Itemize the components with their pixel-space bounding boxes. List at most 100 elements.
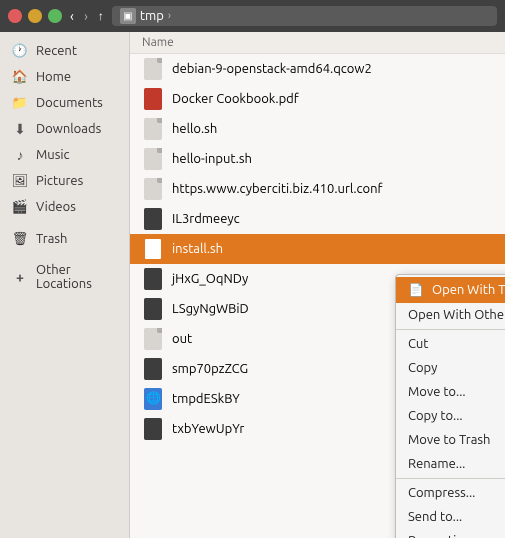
sidebar: Recent Home Documents Downloads Music Pi… bbox=[0, 32, 130, 538]
file-name: Docker Cookbook.pdf bbox=[172, 92, 299, 106]
file-item[interactable]: debian-9-openstack-amd64.qcow2 bbox=[130, 54, 505, 84]
sidebar-label-home: Home bbox=[36, 70, 71, 84]
other-icon bbox=[12, 269, 28, 285]
sidebar-item-music[interactable]: Music bbox=[0, 142, 129, 168]
ctx-label-open-other: Open With Other Application bbox=[408, 308, 505, 322]
file-icon bbox=[142, 268, 164, 290]
location-chevron: › bbox=[168, 10, 171, 22]
minimize-button[interactable] bbox=[28, 9, 42, 23]
context-menu-separator bbox=[396, 478, 505, 479]
ctx-label-copy: Copy bbox=[408, 361, 437, 375]
context-menu-item-cut[interactable]: CutCtrl+X bbox=[396, 332, 505, 356]
pictures-icon bbox=[12, 173, 28, 189]
context-menu-item-copy[interactable]: CopyCtrl+C bbox=[396, 356, 505, 380]
main-area: Recent Home Documents Downloads Music Pi… bbox=[0, 32, 505, 538]
location-bar[interactable]: ▣ tmp › bbox=[112, 6, 497, 26]
file-name: install.sh bbox=[172, 242, 223, 256]
context-menu-item-compress[interactable]: Compress... bbox=[396, 481, 505, 505]
context-menu-item-send-to[interactable]: Send to... bbox=[396, 505, 505, 529]
sidebar-label-recent: Recent bbox=[36, 44, 77, 58]
ctx-label-open-text: Open With Text Editor bbox=[432, 283, 505, 297]
file-name: debian-9-openstack-amd64.qcow2 bbox=[172, 62, 372, 76]
file-item[interactable]: https.www.cyberciti.biz.410.url.conf bbox=[130, 174, 505, 204]
sidebar-label-trash: Trash bbox=[36, 232, 67, 246]
context-menu-item-move-to[interactable]: Move to... bbox=[396, 380, 505, 404]
ctx-label-cut: Cut bbox=[408, 337, 428, 351]
ctx-label-move-trash: Move to Trash bbox=[408, 433, 490, 447]
sidebar-item-home[interactable]: Home bbox=[0, 64, 129, 90]
file-name: hello.sh bbox=[172, 122, 217, 136]
ctx-label-compress: Compress... bbox=[408, 486, 475, 500]
file-icon bbox=[142, 58, 164, 80]
sidebar-label-videos: Videos bbox=[36, 200, 76, 214]
maximize-button[interactable] bbox=[48, 9, 62, 23]
sidebar-item-trash[interactable]: Trash bbox=[0, 226, 129, 252]
context-menu-item-open-text[interactable]: 📄Open With Text EditorReturn bbox=[396, 277, 505, 303]
file-icon bbox=[142, 418, 164, 440]
sidebar-label-documents: Documents bbox=[36, 96, 103, 110]
context-menu-item-rename[interactable]: Rename...F2 bbox=[396, 452, 505, 476]
file-name: hello-input.sh bbox=[172, 152, 252, 166]
sidebar-item-pictures[interactable]: Pictures bbox=[0, 168, 129, 194]
file-icon bbox=[142, 298, 164, 320]
ctx-icon-open-text: 📄 bbox=[408, 282, 424, 298]
sidebar-label-other: Other Locations bbox=[36, 263, 117, 291]
file-icon bbox=[142, 88, 164, 110]
ctx-label-rename: Rename... bbox=[408, 457, 465, 471]
file-icon bbox=[142, 208, 164, 230]
file-name: smp70pzZCG bbox=[172, 362, 248, 376]
file-item[interactable]: hello-input.sh bbox=[130, 144, 505, 174]
file-list-header: Name bbox=[130, 32, 505, 54]
sidebar-label-downloads: Downloads bbox=[36, 122, 101, 136]
file-name: out bbox=[172, 332, 192, 346]
file-item[interactable]: IL3rdmeeyc bbox=[130, 204, 505, 234]
context-menu-item-open-other[interactable]: Open With Other Application bbox=[396, 303, 505, 327]
file-item[interactable]: install.sh bbox=[130, 234, 505, 264]
ctx-label-send-to: Send to... bbox=[408, 510, 462, 524]
ctx-label-properties: Properties bbox=[408, 534, 469, 538]
file-icon bbox=[142, 118, 164, 140]
forward-button[interactable]: › bbox=[82, 8, 90, 24]
back-button[interactable]: ‹ bbox=[68, 8, 76, 24]
sidebar-item-downloads[interactable]: Downloads bbox=[0, 116, 129, 142]
up-button[interactable]: ↑ bbox=[96, 9, 106, 23]
recent-icon bbox=[12, 43, 28, 59]
trash-icon bbox=[12, 231, 28, 247]
ctx-label-copy-to: Copy to... bbox=[408, 409, 463, 423]
file-name: IL3rdmeeyc bbox=[172, 212, 240, 226]
context-menu-item-copy-to[interactable]: Copy to... bbox=[396, 404, 505, 428]
file-item[interactable]: Docker Cookbook.pdf bbox=[130, 84, 505, 114]
file-icon bbox=[142, 388, 164, 410]
context-menu-separator bbox=[396, 329, 505, 330]
file-name: https.www.cyberciti.biz.410.url.conf bbox=[172, 182, 382, 196]
file-name: LSgyNgWBiD bbox=[172, 302, 249, 316]
context-menu-item-move-trash[interactable]: Move to TrashDelete bbox=[396, 428, 505, 452]
videos-icon bbox=[12, 199, 28, 215]
sidebar-item-videos[interactable]: Videos bbox=[0, 194, 129, 220]
file-icon bbox=[142, 238, 164, 260]
sidebar-item-other[interactable]: Other Locations bbox=[0, 258, 129, 296]
sidebar-item-recent[interactable]: Recent bbox=[0, 38, 129, 64]
file-area: Name debian-9-openstack-amd64.qcow2 Docke… bbox=[130, 32, 505, 538]
location-icon: ▣ bbox=[120, 8, 136, 24]
file-name: txbYewUpYr bbox=[172, 422, 244, 436]
home-icon bbox=[12, 69, 28, 85]
sidebar-label-pictures: Pictures bbox=[36, 174, 83, 188]
file-name: jHxG_OqNDy bbox=[172, 272, 248, 286]
context-menu-item-properties[interactable]: Properties bbox=[396, 529, 505, 538]
music-icon bbox=[12, 147, 28, 163]
file-icon bbox=[142, 358, 164, 380]
close-button[interactable] bbox=[8, 9, 22, 23]
documents-icon bbox=[12, 95, 28, 111]
titlebar: ‹ › ↑ ▣ tmp › bbox=[0, 0, 505, 32]
sidebar-item-documents[interactable]: Documents bbox=[0, 90, 129, 116]
file-icon bbox=[142, 328, 164, 350]
context-menu: 📄Open With Text EditorReturnOpen With Ot… bbox=[395, 274, 505, 538]
file-item[interactable]: hello.sh bbox=[130, 114, 505, 144]
file-name: tmpdESkBY bbox=[172, 392, 240, 406]
sidebar-label-music: Music bbox=[36, 148, 70, 162]
downloads-icon bbox=[12, 121, 28, 137]
file-icon bbox=[142, 148, 164, 170]
location-label: tmp bbox=[140, 9, 164, 23]
ctx-label-move-to: Move to... bbox=[408, 385, 466, 399]
